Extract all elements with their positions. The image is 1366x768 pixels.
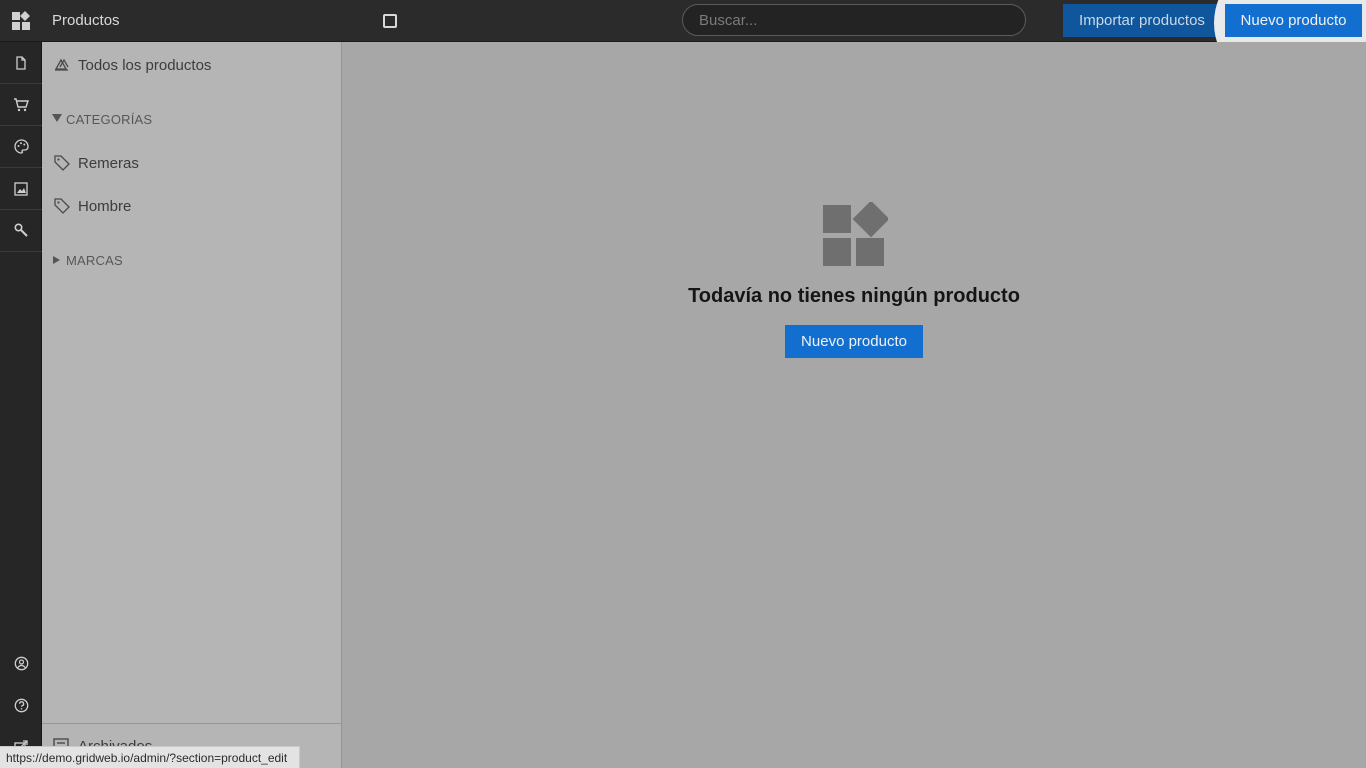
sidebar: Todos los productos CATEGORÍAS Remeras H… [42,42,342,768]
categories-section-header[interactable]: CATEGORÍAS [42,110,342,130]
tag-icon [54,155,70,171]
image-icon[interactable] [0,168,42,210]
cart-icon[interactable] [0,84,42,126]
import-products-button[interactable]: Importar productos [1063,4,1221,37]
main-content: Todavía no tienes ningún producto Nuevo … [342,42,1366,768]
empty-products-icon [823,202,888,266]
products-icon [54,58,69,71]
sidebar-item-all-products[interactable]: Todos los productos [42,51,342,79]
sidebar-item-label: Remeras [78,155,139,172]
brands-section-header[interactable]: MARCAS [42,251,342,271]
new-product-button[interactable]: Nuevo producto [1225,4,1362,37]
section-title: MARCAS [66,253,123,268]
empty-state-title: Todavía no tienes ningún producto [688,285,1020,307]
page-title: Productos [52,12,120,29]
account-icon[interactable] [0,642,42,684]
icon-rail [0,42,42,768]
logo-icon[interactable] [0,0,42,42]
help-icon[interactable] [0,684,42,726]
sidebar-item-category[interactable]: Hombre [42,192,342,220]
sidebar-item-category[interactable]: Remeras [42,149,342,177]
tag-icon [54,198,70,214]
new-product-button[interactable]: Nuevo producto [785,325,923,358]
layout-toggle-icon[interactable] [383,14,397,28]
sidebar-item-label: Todos los productos [78,57,212,74]
sidebar-item-label: Hombre [78,198,132,215]
caret-right-icon [53,256,60,264]
document-icon[interactable] [0,42,42,84]
top-bar: Productos Importar productos Nuevo produ… [0,0,1366,94]
tools-icon[interactable] [0,210,42,252]
section-title: CATEGORÍAS [66,112,153,127]
palette-icon[interactable] [0,126,42,168]
caret-down-icon [52,114,62,122]
app-window: Productos Importar productos Nuevo produ… [0,0,1366,768]
search-input[interactable] [682,4,1026,36]
status-url: https://demo.gridweb.io/admin/?section=p… [0,746,300,768]
